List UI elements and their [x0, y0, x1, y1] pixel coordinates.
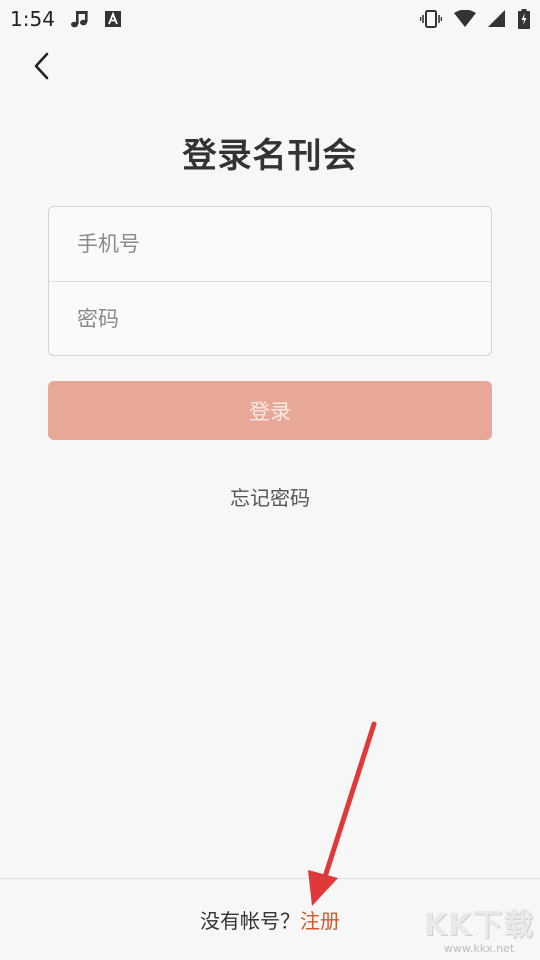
wifi-icon — [454, 10, 476, 28]
battery-charging-icon — [518, 9, 530, 29]
font-a-icon — [104, 11, 121, 27]
forgot-password-link[interactable]: 忘记密码 — [0, 482, 540, 511]
footer-divider — [0, 878, 540, 879]
status-right — [420, 9, 530, 29]
phone-input[interactable] — [75, 231, 491, 257]
login-form — [48, 206, 492, 356]
back-button[interactable] — [24, 50, 60, 86]
password-input[interactable] — [75, 305, 491, 332]
page-title: 登录名刊会 — [182, 136, 358, 176]
login-button[interactable]: 登录 — [48, 381, 492, 440]
chevron-left-icon — [32, 51, 52, 85]
no-account-prompt: 没有帐号？ — [200, 909, 300, 933]
watermark-logo: KK下载 — [423, 908, 535, 943]
phone-field-row — [49, 207, 491, 281]
watermark: KK下载 www.kkx.net — [420, 900, 538, 956]
status-bar: 1:54 — [0, 0, 540, 38]
status-left: 1:54 — [10, 7, 121, 31]
signal-icon — [488, 10, 506, 28]
vibrate-icon — [420, 9, 442, 29]
watermark-url: www.kkx.net — [443, 942, 515, 955]
music-note-icon — [69, 8, 91, 30]
status-time: 1:54 — [10, 7, 55, 31]
password-field-row — [49, 281, 491, 355]
annotation-arrow — [300, 720, 390, 914]
